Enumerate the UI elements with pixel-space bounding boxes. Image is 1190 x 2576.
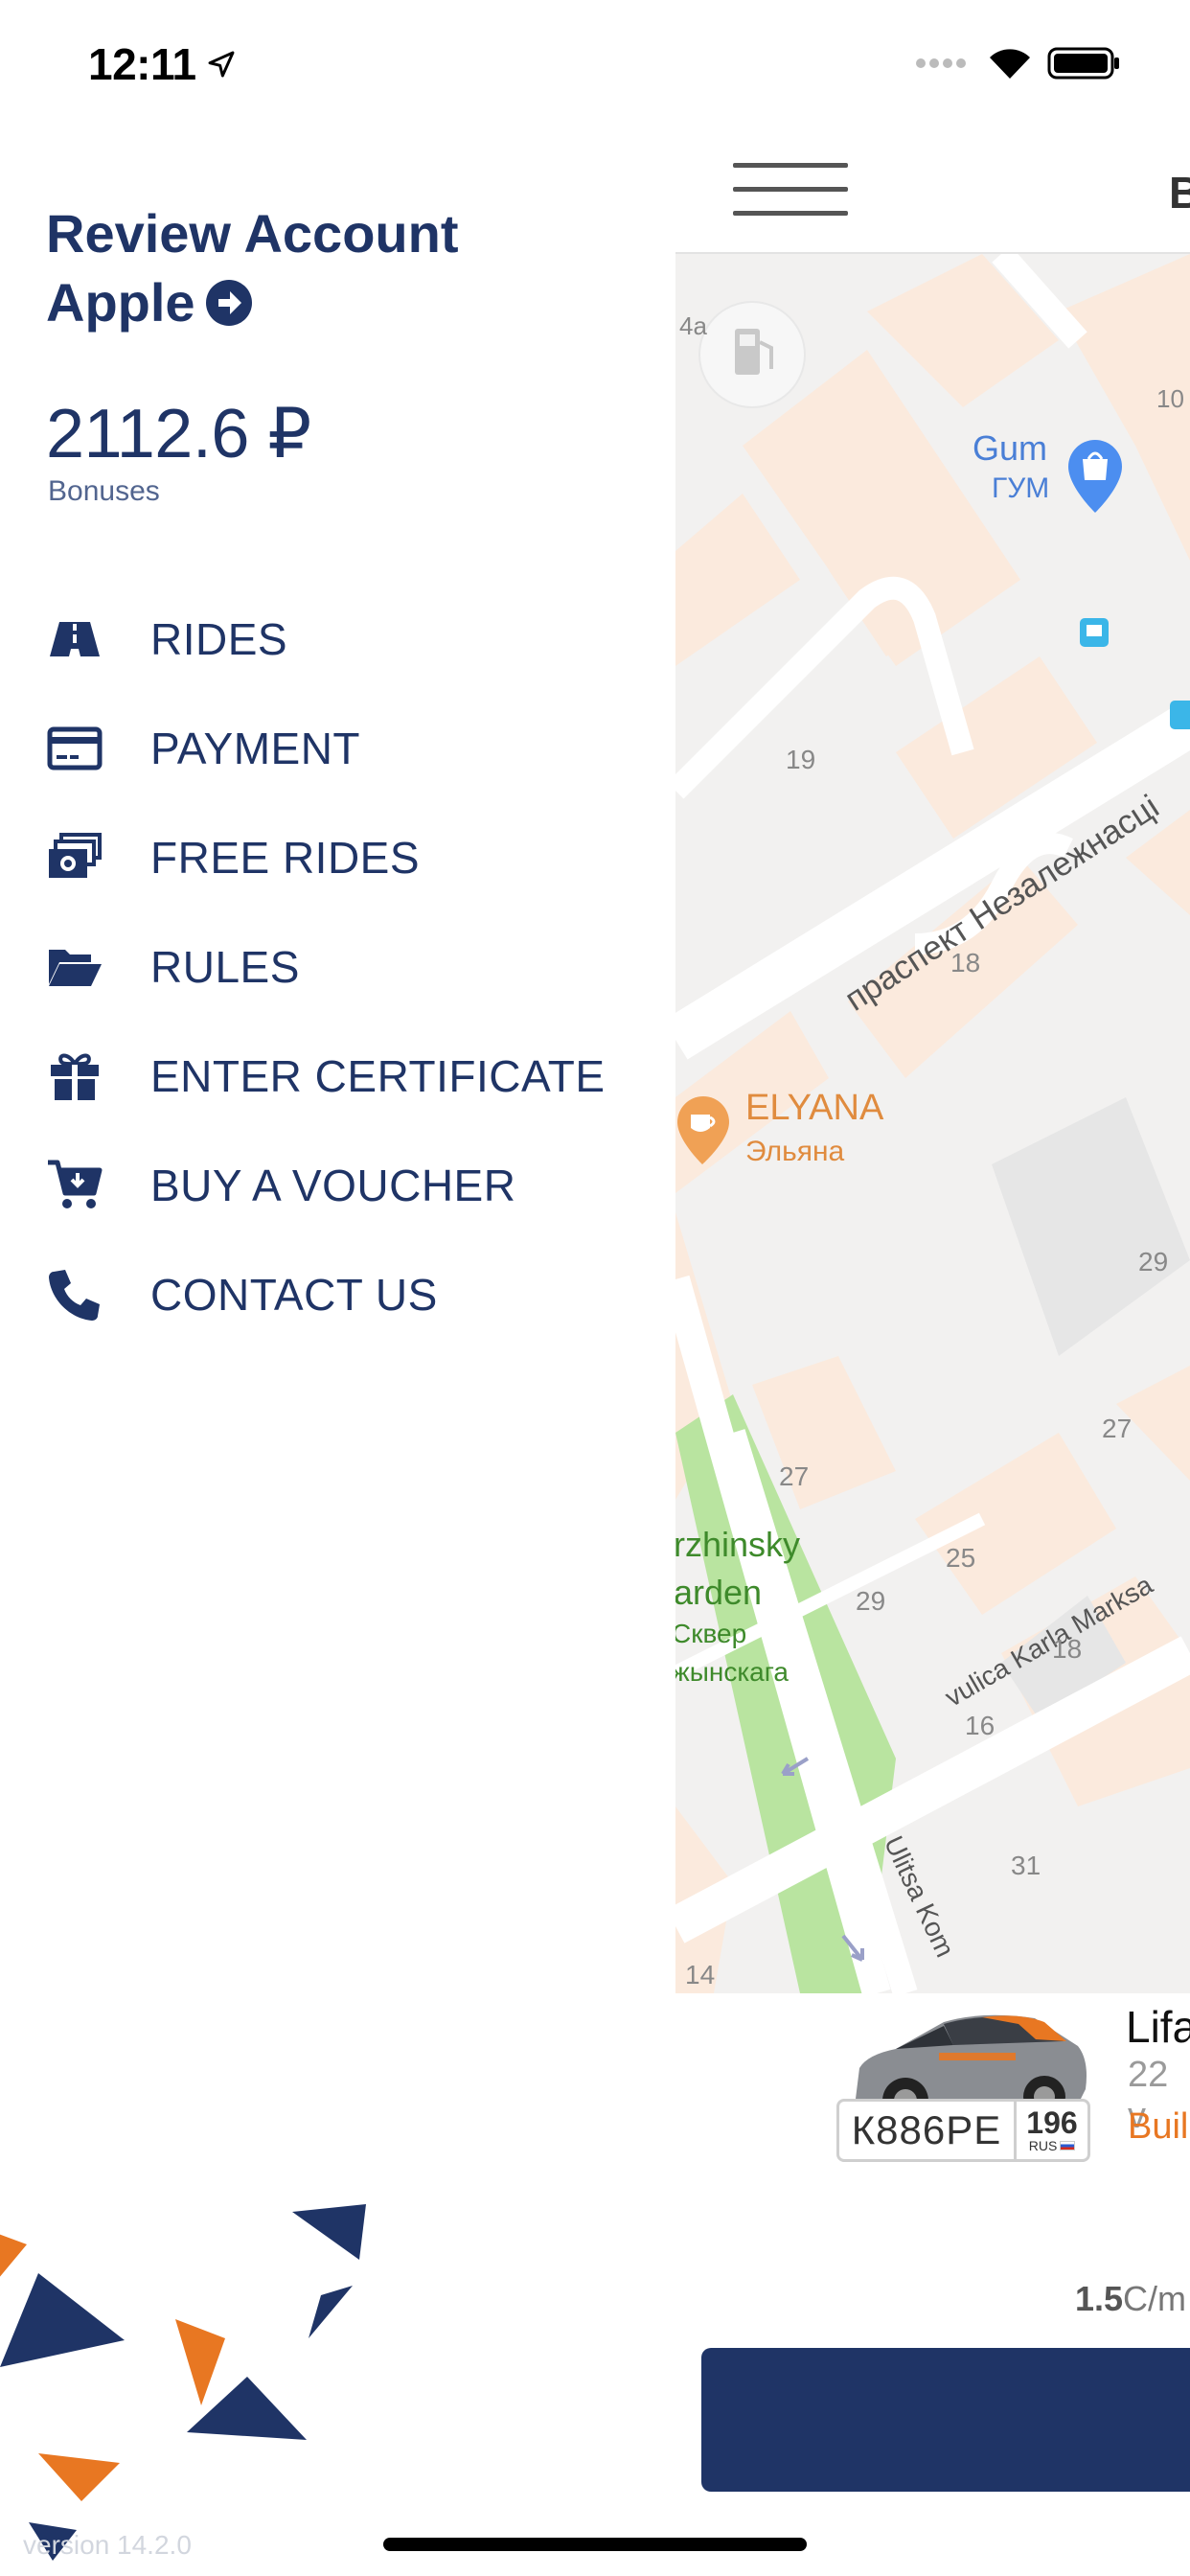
battery-icon <box>1047 47 1119 80</box>
map-label-house-number: 27 <box>1102 1414 1133 1443</box>
money-bills-icon <box>44 827 105 888</box>
menu-item-payment[interactable]: PAYMENT <box>0 694 675 803</box>
map-label-house-number: 18 <box>950 948 981 978</box>
home-indicator <box>383 2538 807 2551</box>
menu-item-label: ENTER CERTIFICATE <box>150 1051 606 1101</box>
location-arrow-icon <box>208 51 235 78</box>
map-label-house-number: 16 <box>965 1711 995 1740</box>
drawer-menu: RIDES PAYMENT FREE RIDES RULES ENTER CER… <box>0 585 675 1349</box>
menu-item-contact-us[interactable]: CONTACT US <box>0 1240 675 1349</box>
price-rate: 1.5C/m <box>1075 2279 1186 2319</box>
map-label-house-number: 25 <box>946 1543 976 1573</box>
main-header: B <box>675 125 1190 254</box>
license-plate: К886РЕ 196 RUS <box>836 2099 1090 2162</box>
map-label-park-local: жынскага <box>675 1657 789 1687</box>
map-label-poi-gum-local: ГУМ <box>992 472 1050 504</box>
folder-open-icon <box>44 936 105 998</box>
car-card[interactable]: К886РЕ 196 RUS Lifa 22 v Buil 1.5C/m <box>675 1993 1190 2576</box>
map-label-poi-elyana[interactable]: ELYANA <box>745 1088 883 1129</box>
map-label-house-number: 4a <box>679 311 707 340</box>
app-version: version 14.2.0 <box>23 2530 192 2560</box>
account-name-line2-row: Apple <box>46 268 640 337</box>
menu-item-label: PAYMENT <box>150 724 361 773</box>
menu-item-label: CONTACT US <box>150 1270 438 1320</box>
map-label-park-local: Сквер <box>675 1619 747 1648</box>
plate-region: 196 RUS <box>1017 2102 1087 2159</box>
map-label-house-number: 29 <box>1138 1247 1169 1276</box>
plate-country: RUS <box>1029 2138 1076 2153</box>
menu-item-rules[interactable]: RULES <box>0 912 675 1022</box>
menu-item-free-rides[interactable]: FREE RIDES <box>0 803 675 912</box>
map-label-poi-gum[interactable]: Gum <box>973 428 1047 469</box>
main-screen: B 4a 10 Gum ГУМ 19 праспект Незалежнасці… <box>675 0 1190 2576</box>
menu-item-label: FREE RIDES <box>150 833 421 883</box>
menu-item-enter-certificate[interactable]: ENTER CERTIFICATE <box>0 1022 675 1131</box>
menu-item-buy-voucher[interactable]: BUY A VOUCHER <box>0 1131 675 1240</box>
map-label-park: rzhinsky <box>675 1525 801 1564</box>
map-label-house-number: 19 <box>786 745 816 774</box>
price-value: 1.5 <box>1075 2279 1124 2318</box>
arrow-circle-right-icon[interactable] <box>205 279 253 327</box>
map-view[interactable]: 4a 10 Gum ГУМ 19 праспект Незалежнасці 1… <box>675 254 1190 1993</box>
map-label-park: arden <box>675 1573 763 1612</box>
plate-country-code: RUS <box>1028 2138 1058 2153</box>
car-status: Buil <box>1128 2106 1189 2147</box>
side-drawer: 12:11 Review Account Apple 2112.6 ₽ Bonu… <box>0 0 675 2576</box>
gift-icon <box>44 1046 105 1107</box>
account-name-line1: Review Account <box>46 203 459 264</box>
menu-item-label: RULES <box>150 942 300 992</box>
map-label-poi-elyana-local: Эльяна <box>745 1136 845 1167</box>
phone-icon <box>44 1264 105 1325</box>
status-time-text: 12:11 <box>88 39 196 89</box>
account-name-line2: Apple <box>46 272 195 333</box>
map-label-house-number: 18 <box>1052 1634 1083 1664</box>
plate-region-code: 196 <box>1026 2105 1078 2140</box>
price-unit: C/m <box>1123 2279 1187 2318</box>
status-icons <box>915 46 1120 80</box>
road-icon <box>44 609 105 670</box>
map-label-house-number: 31 <box>1011 1851 1041 1880</box>
map-label-house-number: 29 <box>856 1586 886 1616</box>
hamburger-menu-icon[interactable] <box>733 163 848 217</box>
menu-item-label: BUY A VOUCHER <box>150 1161 516 1210</box>
decorative-triangles <box>0 2204 366 2561</box>
menu-item-label: RIDES <box>150 614 288 664</box>
cart-download-icon <box>44 1155 105 1216</box>
menu-item-rides[interactable]: RIDES <box>0 585 675 694</box>
map-label-house-number: 14 <box>685 1960 716 1990</box>
bonus-balance: 2112.6 ₽ <box>46 396 311 472</box>
bonus-balance-label: Bonuses <box>48 475 160 507</box>
header-title: B <box>1169 168 1190 218</box>
map-label-house-number: 10 <box>1156 384 1184 413</box>
book-button[interactable] <box>701 2348 1190 2492</box>
status-time: 12:11 <box>88 38 237 90</box>
map-label-house-number: 27 <box>779 1461 810 1491</box>
plate-number: К886РЕ <box>839 2102 1017 2159</box>
cellular-signal-icon <box>916 58 966 68</box>
wifi-icon <box>990 49 1030 79</box>
car-model-name: Lifa <box>1126 2002 1190 2052</box>
account-name[interactable]: Review Account Apple <box>46 199 640 337</box>
credit-card-icon <box>44 718 105 779</box>
russia-flag-icon <box>1060 2141 1076 2150</box>
